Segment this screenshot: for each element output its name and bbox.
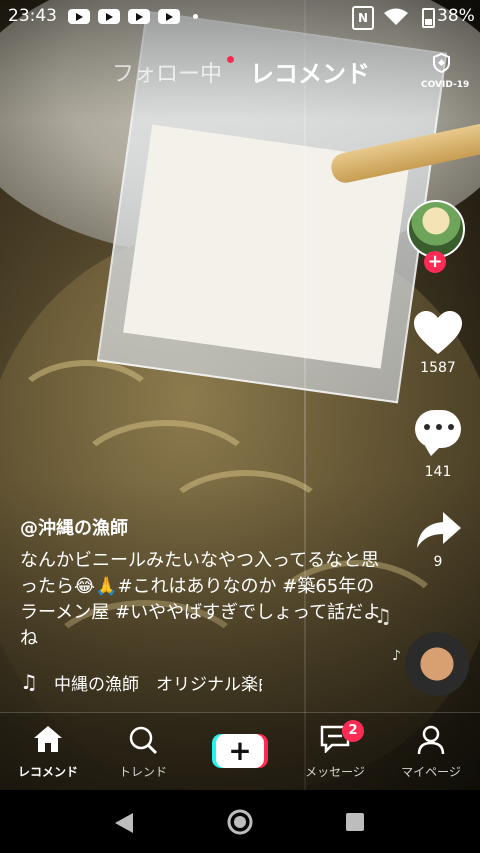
back-icon[interactable]	[114, 812, 134, 834]
youtube-icon	[98, 9, 120, 24]
youtube-icon	[128, 9, 150, 24]
youtube-icon	[158, 9, 180, 24]
music-note-icon: ♫	[20, 670, 38, 694]
heart-icon[interactable]	[413, 310, 463, 356]
tab-following[interactable]: フォロー中	[112, 56, 222, 88]
comment-count: 141	[424, 464, 452, 480]
tab-recommended[interactable]: レコメンド	[250, 54, 370, 89]
wifi-icon	[384, 8, 408, 25]
battery-icon	[422, 8, 435, 28]
more-notifications-dot	[193, 14, 198, 19]
clock: 23:43	[8, 6, 57, 26]
like-count: 1587	[420, 360, 456, 376]
battery-percent: 38%	[437, 6, 475, 26]
status-bar: 23:43 N 38%	[0, 0, 480, 34]
shield-icon[interactable]	[433, 53, 450, 73]
music-note-icon: ♪	[392, 648, 401, 664]
comment-icon[interactable]	[415, 410, 461, 456]
home-circle-icon[interactable]	[226, 808, 254, 836]
new-content-dot	[227, 56, 234, 63]
music-title[interactable]: 中縄の漁師 オリジナル楽曲	[54, 670, 262, 695]
music-disc[interactable]	[405, 632, 469, 696]
nav-profile-label[interactable]: マイページ	[381, 763, 480, 780]
nav-discover[interactable]	[103, 725, 183, 759]
follow-button[interactable]: +	[424, 251, 446, 273]
nav-home-label[interactable]: レコメンド	[0, 763, 98, 780]
recents-icon[interactable]	[345, 812, 365, 832]
system-navigation-bar	[0, 790, 480, 853]
inbox-badge: 2	[342, 720, 364, 742]
nav-profile[interactable]	[391, 725, 471, 759]
creator-avatar[interactable]	[407, 200, 465, 258]
create-video-button[interactable]: +	[212, 734, 268, 768]
share-count: 9	[433, 554, 443, 570]
nav-home[interactable]	[8, 725, 88, 757]
profile-icon	[417, 725, 445, 755]
creator-username[interactable]: @沖縄の漁師	[20, 514, 128, 540]
post-caption[interactable]: なんかビニールみたいなやつ入ってるなと思ったら😂🙏#これはありなのか #築65年…	[20, 548, 390, 652]
share-icon[interactable]	[415, 510, 463, 550]
nav-inbox-label[interactable]: メッセージ	[285, 763, 385, 780]
nav-discover-label[interactable]: トレンド	[93, 763, 193, 780]
youtube-icon	[68, 9, 90, 24]
search-icon	[129, 726, 158, 755]
nfc-icon: N	[352, 6, 374, 30]
home-icon	[34, 726, 62, 752]
covid-info-label[interactable]: COVID-19	[421, 80, 469, 90]
plus-icon: +	[216, 734, 264, 768]
